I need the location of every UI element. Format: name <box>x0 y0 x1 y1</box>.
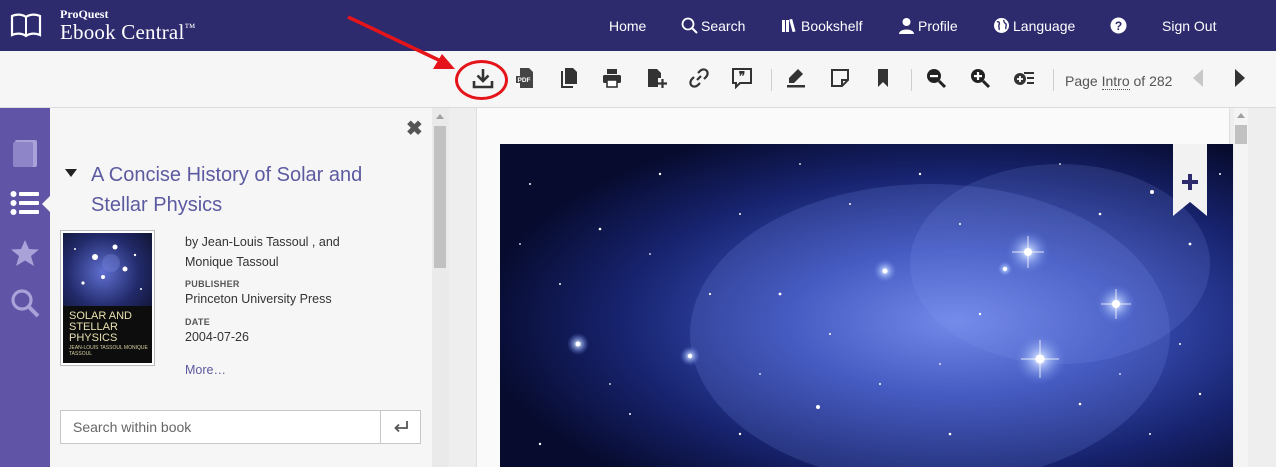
zoom-out-button[interactable] <box>923 65 949 91</box>
toolbar-divider <box>911 69 912 91</box>
star-field-image <box>500 144 1233 467</box>
scrollbar-thumb[interactable] <box>434 126 446 268</box>
nav-bookshelf[interactable]: Bookshelf <box>781 0 862 51</box>
person-icon <box>899 18 914 34</box>
search-icon <box>681 17 698 34</box>
nav-home[interactable]: Home <box>609 0 646 51</box>
svg-text:❞: ❞ <box>739 69 745 83</box>
star-icon <box>11 240 39 266</box>
add-page-icon <box>648 69 667 88</box>
copy-link-button[interactable] <box>686 65 712 91</box>
book-cover: SOLAR AND STELLAR PHYSICS JEAN-LOUIS TAS… <box>60 230 155 366</box>
search-within-book <box>60 410 421 444</box>
search-submit-button[interactable] <box>380 411 420 443</box>
help-icon: ? <box>1110 17 1127 34</box>
help-button[interactable]: ? <box>1110 0 1127 51</box>
cite-button[interactable]: ❞ <box>729 65 755 91</box>
favorites-button[interactable] <box>10 238 40 268</box>
book-info-button[interactable] <box>10 138 40 168</box>
previous-page-button[interactable] <box>1185 65 1211 91</box>
book-page-image <box>500 144 1233 467</box>
scroll-up-arrow[interactable] <box>1237 113 1245 118</box>
globe-icon <box>994 18 1009 33</box>
bookmark-button[interactable] <box>870 65 896 91</box>
cover-stars-image <box>74 244 142 290</box>
active-tab-pointer <box>42 196 50 212</box>
book-details-panel: ✖ A Concise History of Solar and Stellar… <box>50 108 432 467</box>
scrollbar-thumb[interactable] <box>1235 125 1247 144</box>
publisher-value: Princeton University Press <box>185 292 332 306</box>
previous-page-icon <box>1193 69 1203 87</box>
open-book-icon <box>10 13 42 38</box>
print-icon <box>603 69 621 88</box>
book-icon <box>13 140 37 167</box>
collapse-toggle-icon[interactable] <box>65 169 77 177</box>
copy-icon <box>561 68 577 88</box>
zoom-in-icon <box>971 69 991 89</box>
toolbar-divider <box>771 69 772 91</box>
link-icon <box>689 68 709 88</box>
nav-sign-out[interactable]: Sign Out <box>1162 0 1216 51</box>
more-link[interactable]: More… <box>185 363 226 377</box>
date-label: DATE <box>185 317 211 327</box>
zoom-in-button[interactable] <box>967 65 993 91</box>
page-prefix: Page <box>1065 73 1098 89</box>
next-page-button[interactable] <box>1227 65 1253 91</box>
cite-icon: ❞ <box>732 68 752 89</box>
svg-text:PDF: PDF <box>518 77 531 84</box>
pdf-icon: PDF <box>516 68 533 88</box>
nav-language[interactable]: Language <box>993 0 1075 51</box>
logo-ebook-central[interactable]: Ebook Central™ <box>60 20 195 45</box>
book-title[interactable]: A Concise History of Solar and Stellar P… <box>91 160 391 220</box>
date-value: 2004-07-26 <box>185 330 249 344</box>
svg-text:?: ? <box>1115 19 1122 33</box>
reader-area <box>449 108 1276 467</box>
bookmark-icon <box>878 69 888 87</box>
highlighter-icon <box>787 69 805 88</box>
left-icon-rail <box>0 108 50 467</box>
nav-search[interactable]: Search <box>681 0 745 51</box>
search-icon <box>11 289 40 318</box>
author-byline: by Jean-Louis Tassoul , and Monique Tass… <box>185 235 340 269</box>
cover-authors: JEAN-LOUIS TASSOUL MONIQUE TASSOUL <box>69 345 148 357</box>
page-indicator: Page Intro of 282 <box>1065 73 1173 90</box>
search-within-book-input[interactable] <box>61 411 381 443</box>
red-highlight-circle <box>455 60 508 100</box>
top-navigation-bar: ProQuest Ebook Central™ Home Search Book… <box>0 0 1276 51</box>
page-number-input[interactable]: Intro <box>1101 73 1130 90</box>
toolbar-divider <box>1053 69 1054 91</box>
reader-scrollbar[interactable] <box>1234 108 1248 467</box>
add-to-list-button[interactable] <box>1011 65 1037 91</box>
add-note-button[interactable] <box>827 65 853 91</box>
add-page-button[interactable] <box>643 65 669 91</box>
pdf-download-button[interactable]: PDF <box>512 65 538 91</box>
scroll-up-arrow[interactable] <box>436 114 444 119</box>
copy-button[interactable] <box>556 65 582 91</box>
next-page-icon <box>1235 69 1245 87</box>
page-total: of 282 <box>1133 73 1173 89</box>
table-of-contents-button[interactable] <box>10 188 40 218</box>
print-button[interactable] <box>599 65 625 91</box>
table-of-contents-icon <box>10 191 39 215</box>
add-to-list-icon <box>1014 72 1034 85</box>
enter-icon <box>393 421 408 433</box>
add-bookmark-ribbon[interactable] <box>1173 144 1207 216</box>
panel-scrollbar[interactable] <box>432 108 449 467</box>
search-panel-button[interactable] <box>10 288 40 318</box>
reader-toolbar: PDF ❞ Page Intro of 282 <box>0 51 1276 108</box>
close-panel-button[interactable]: ✖ <box>406 116 423 141</box>
cover-title: SOLAR AND STELLAR PHYSICS <box>69 310 132 344</box>
publisher-label: PUBLISHER <box>185 279 240 289</box>
nav-profile[interactable]: Profile <box>898 0 958 51</box>
bookshelf-icon <box>782 18 796 33</box>
zoom-out-icon <box>927 69 947 89</box>
note-icon <box>831 69 849 87</box>
highlight-button[interactable] <box>783 65 809 91</box>
